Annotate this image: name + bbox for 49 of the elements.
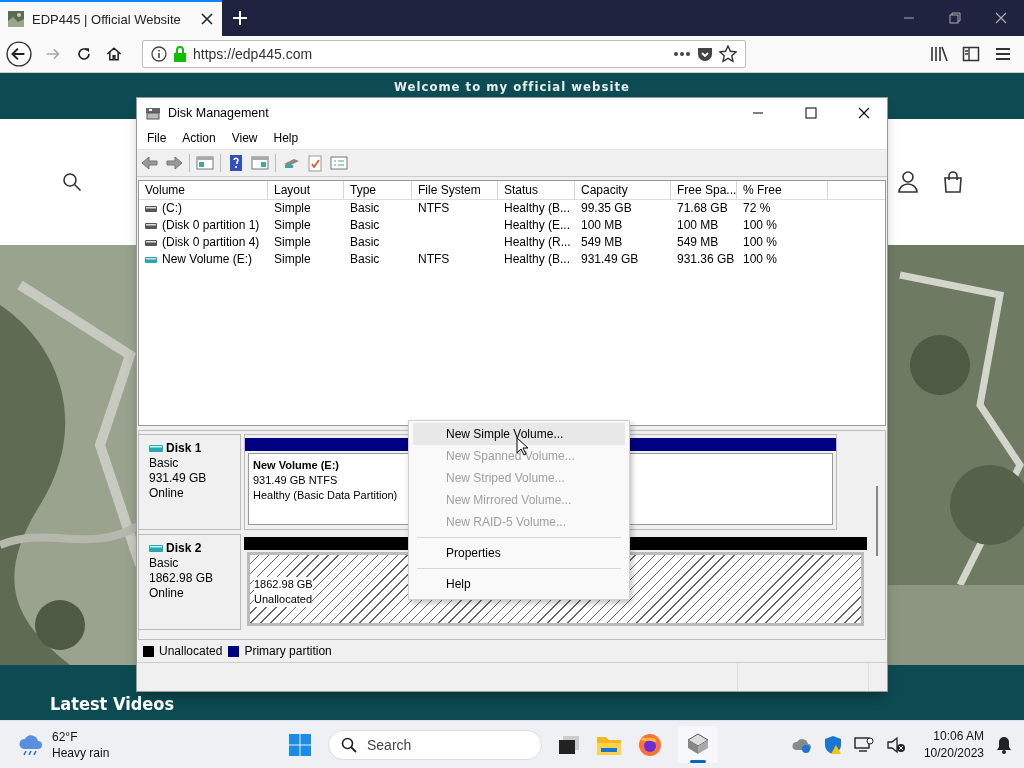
- table-cell: 72 %: [743, 200, 771, 217]
- section-heading: Latest Videos: [50, 693, 175, 715]
- table-cell: (C:): [162, 200, 182, 217]
- partition-info: Healthy (Basic Data Partition): [253, 488, 398, 503]
- window-title: Disk Management: [168, 105, 270, 120]
- table-cell: 931.49 GB: [581, 251, 639, 268]
- disk-name: Disk 1: [166, 441, 202, 456]
- table-cell: (Disk 0 partition 4): [162, 234, 260, 251]
- disk-type: Basic: [149, 456, 180, 471]
- table-cell: 71.68 GB: [677, 200, 728, 217]
- table-cell: 549 MB: [677, 234, 719, 251]
- legend-label: Primary partition: [244, 644, 332, 658]
- banner-text: Welcome to my official website: [394, 80, 630, 96]
- table-cell: Simple: [274, 251, 311, 268]
- disk-size: 931.49 GB: [149, 471, 208, 486]
- table-cell: 99.35 GB: [581, 200, 632, 217]
- table-cell: NTFS: [418, 200, 450, 217]
- table-cell: Healthy (B...: [504, 251, 571, 268]
- table-cell: 100 %: [743, 217, 778, 234]
- table-cell: Basic: [350, 217, 380, 234]
- partition-info: 1862.98 GB: [254, 577, 313, 592]
- disk-status: Online: [149, 586, 185, 601]
- table-cell: Simple: [274, 234, 311, 251]
- table-cell: 100 MB: [677, 217, 719, 234]
- table-cell: Basic: [350, 200, 380, 217]
- partition-info: Unallocated: [254, 592, 313, 607]
- table-cell: NTFS: [418, 251, 450, 268]
- legend-label: Unallocated: [159, 644, 223, 658]
- table-cell: (Disk 0 partition 1): [162, 217, 260, 234]
- temperature-text: 62°F: [52, 729, 79, 744]
- table-cell: Simple: [274, 217, 311, 234]
- table-cell: 100 %: [743, 251, 778, 268]
- disk-name: Disk 2: [166, 541, 202, 556]
- table-cell: 100 MB: [581, 217, 623, 234]
- weather-text: Heavy rain: [52, 745, 110, 760]
- disk-status: Online: [149, 486, 185, 501]
- table-cell: Simple: [274, 200, 311, 217]
- disk-size: 1862.98 GB: [149, 571, 215, 586]
- disk-type: Basic: [149, 556, 180, 571]
- table-cell: Healthy (E...: [504, 217, 571, 234]
- table-cell: Basic: [350, 234, 380, 251]
- table-cell: New Volume (E:): [162, 251, 253, 268]
- table-cell: 100 %: [743, 234, 778, 251]
- table-cell: Healthy (R...: [504, 234, 571, 251]
- table-cell: 549 MB: [581, 234, 623, 251]
- table-cell: Healthy (B...: [504, 200, 571, 217]
- table-cell: Basic: [350, 251, 380, 268]
- partition-title: New Volume (E:): [253, 458, 339, 473]
- table-cell: 931.36 GB: [677, 251, 735, 268]
